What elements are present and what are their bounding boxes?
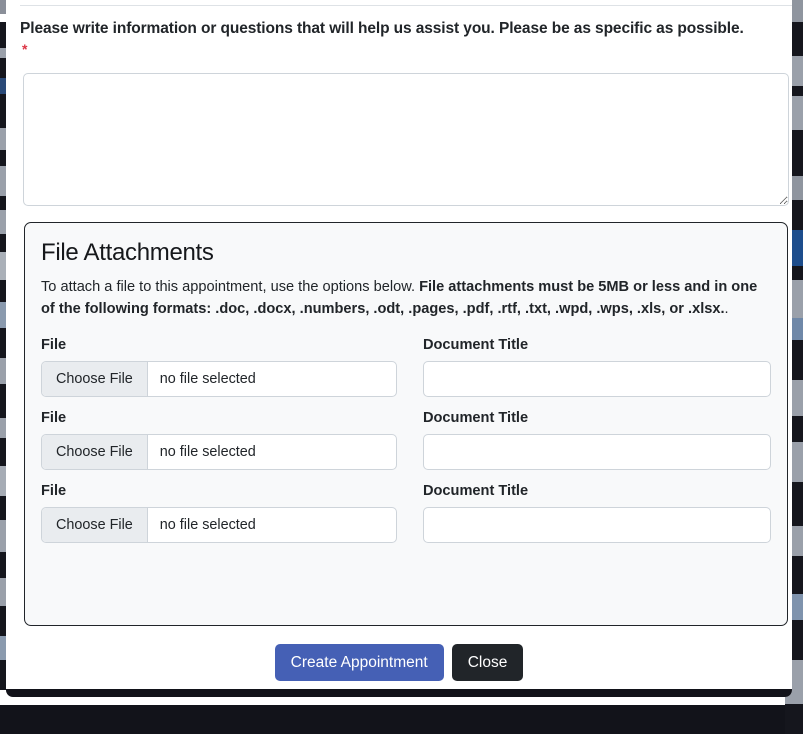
required-indicator: * [22,41,28,57]
attachment-file-column: File Choose File no file selected [41,482,397,544]
file-field-label: File [41,483,67,500]
modal-body: Please write information or questions th… [6,0,792,636]
attachment-file-column: File Choose File no file selected [41,336,397,398]
create-appointment-modal: Please write information or questions th… [6,0,792,697]
document-title-label: Document Title [422,337,529,354]
information-textarea[interactable] [23,73,789,206]
page-root: Please write information or questions th… [0,0,803,734]
selected-file-name: no file selected [159,517,256,534]
file-attachments-description-plain: To attach a file to this appointment, us… [41,278,420,295]
attachment-row: File Choose File no file selected Document … [41,409,771,471]
modal-top-divider [20,5,792,6]
attachment-file-column: File Choose File no file selected [41,409,397,471]
file-input[interactable]: Choose File no file selected [41,507,397,544]
file-input[interactable]: Choose File no file selected [41,361,397,398]
modal-footer: Create Appointment Close [6,636,792,689]
selected-file-name: no file selected [159,371,256,388]
file-attachments-title: File Attachments [41,239,214,266]
choose-file-button[interactable]: Choose File [42,435,148,470]
attachment-title-column: Document Title [422,482,771,544]
attachment-title-column: Document Title [422,409,771,471]
document-title-input[interactable] [422,507,771,544]
modal-bottom-edge [6,689,792,697]
document-title-input[interactable] [422,434,771,471]
attachment-row: File Choose File no file selected Document … [41,336,771,398]
file-attachments-panel: File Attachments To attach a file to thi… [24,222,788,626]
document-title-input[interactable] [422,361,771,398]
close-button[interactable]: Close [451,644,524,681]
file-field-label: File [41,410,67,427]
selected-file-name: no file selected [159,444,256,461]
file-attachments-description: To attach a file to this appointment, us… [41,276,771,320]
file-input[interactable]: Choose File no file selected [41,434,397,471]
choose-file-button[interactable]: Choose File [42,362,148,397]
choose-file-button[interactable]: Choose File [42,508,148,543]
attachment-title-column: Document Title [422,336,771,398]
file-attachments-description-tail: . [724,300,729,317]
attachment-rows: File Choose File no file selected Document … [41,336,771,544]
question-label: Please write information or questions th… [20,20,744,37]
attachment-row: File Choose File no file selected Document … [41,482,771,544]
document-title-label: Document Title [422,410,529,427]
create-appointment-button[interactable]: Create Appointment [274,644,444,681]
document-title-label: Document Title [422,483,529,500]
background-band [785,704,803,734]
file-field-label: File [41,337,67,354]
